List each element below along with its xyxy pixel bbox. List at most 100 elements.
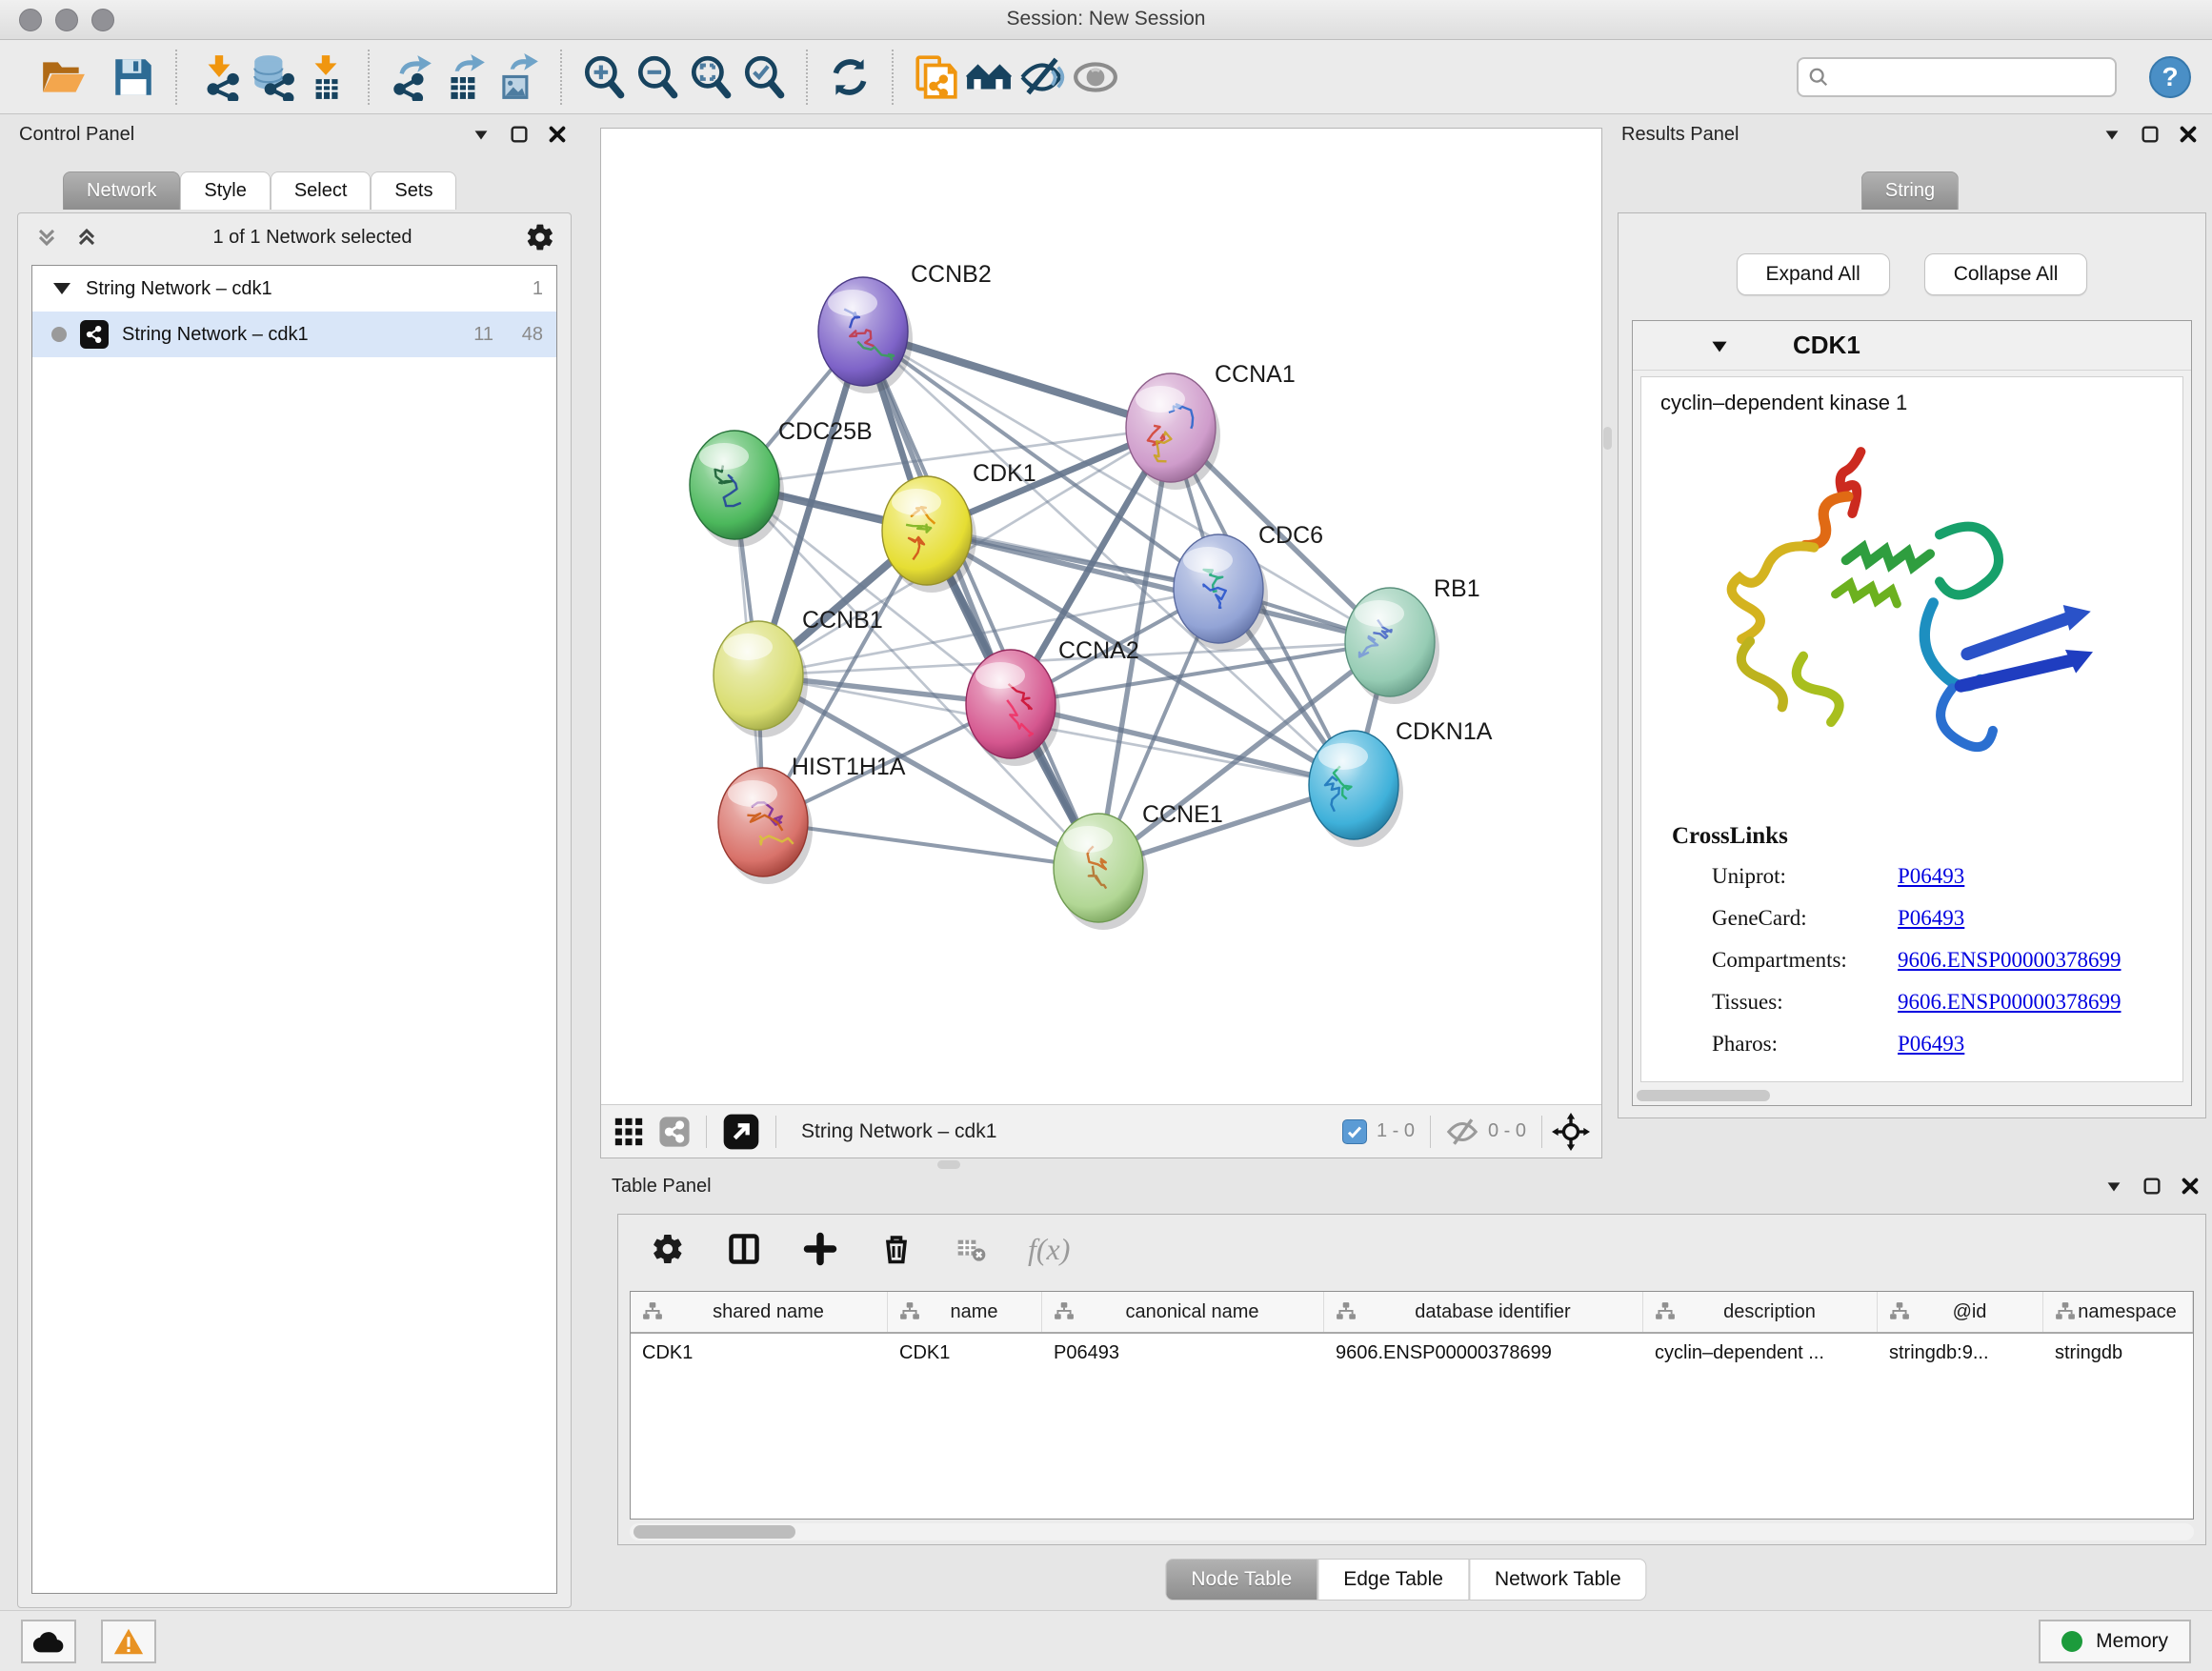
collapse-triangle-icon[interactable] xyxy=(53,283,70,294)
tab-node-table[interactable]: Node Table xyxy=(1165,1559,1317,1601)
results-scrollbar[interactable] xyxy=(1637,1090,1770,1101)
table-cell[interactable]: CDK1 xyxy=(631,1334,888,1374)
panel-float-icon[interactable] xyxy=(2142,1176,2162,1197)
table-cell[interactable]: 9606.ENSP00000378699 xyxy=(1324,1334,1643,1374)
network-home-icon[interactable] xyxy=(962,50,1016,105)
panel-close-icon[interactable] xyxy=(2180,1176,2201,1197)
table-cell[interactable]: CDK1 xyxy=(888,1334,1042,1374)
collapse-all-button[interactable]: Collapse All xyxy=(1924,253,2088,295)
network-canvas[interactable]: CCNB2 CCNA1 CDC25BCDK1 CDC6RB1 CCNB1 CCNA2 CDK… xyxy=(601,129,1601,1104)
column-header-shared-name[interactable]: shared name xyxy=(631,1292,888,1332)
crosslink-value-link[interactable]: P06493 xyxy=(1898,1032,1964,1057)
network-node-rb1[interactable]: RB1 xyxy=(1345,575,1480,704)
delete-column-icon[interactable] xyxy=(879,1232,914,1266)
network-node-hist1h1a[interactable]: HIST1H1A xyxy=(718,754,906,884)
network-node-cdkn1a[interactable]: CDKN1A xyxy=(1309,718,1493,847)
panel-close-icon[interactable] xyxy=(2178,124,2199,145)
cloud-status-button[interactable] xyxy=(21,1620,76,1663)
function-builder-icon[interactable]: f(x) xyxy=(1028,1232,1070,1267)
table-cell[interactable]: stringdb:9... xyxy=(1878,1334,2043,1374)
zoom-out-icon[interactable] xyxy=(631,50,684,105)
expand-all-button[interactable]: Expand All xyxy=(1737,253,1890,295)
network-node-ccnb2[interactable]: CCNB2 xyxy=(818,261,992,393)
column-header--id[interactable]: @id xyxy=(1878,1292,2043,1332)
network-node-ccna2[interactable]: CCNA2 xyxy=(966,637,1139,766)
network-node-cdk1[interactable]: CDK1 xyxy=(882,460,1036,593)
network-graph[interactable]: CCNB2 CCNA1 CDC25BCDK1 CDC6RB1 CCNB1 CCNA2 CDK… xyxy=(601,129,1601,1104)
panel-menu-icon[interactable] xyxy=(2101,124,2122,145)
table-row[interactable]: CDK1CDK1P064939606.ENSP00000378699cyclin… xyxy=(631,1334,2193,1374)
horizontal-splitter-handle[interactable] xyxy=(937,1160,960,1169)
crosslink-value-link[interactable]: P06493 xyxy=(1898,906,1964,931)
table-options-gear-icon[interactable] xyxy=(651,1232,685,1266)
network-edge[interactable] xyxy=(763,822,1098,868)
network-edge[interactable] xyxy=(863,332,1098,868)
table-cell[interactable]: stringdb xyxy=(2043,1334,2193,1374)
import-table-file-icon[interactable] xyxy=(299,50,352,105)
memory-button[interactable]: Memory xyxy=(2039,1620,2191,1663)
tab-network-table[interactable]: Network Table xyxy=(1469,1559,1647,1601)
network-node-ccne1[interactable]: CCNE1 xyxy=(1054,801,1223,930)
crosslink-value-link[interactable]: P06493 xyxy=(1898,864,1964,889)
zoom-in-icon[interactable] xyxy=(577,50,631,105)
export-network-icon[interactable] xyxy=(385,50,438,105)
column-header-namespace[interactable]: namespace xyxy=(2043,1292,2193,1332)
delete-table-icon[interactable] xyxy=(955,1234,986,1264)
network-node-cdc25b[interactable]: CDC25B xyxy=(690,418,873,547)
table-cell[interactable]: cyclin–dependent ... xyxy=(1643,1334,1878,1374)
tab-edge-table[interactable]: Edge Table xyxy=(1317,1559,1469,1601)
column-header-description[interactable]: description xyxy=(1643,1292,1878,1332)
column-header-name[interactable]: name xyxy=(888,1292,1042,1332)
network-node-ccnb1[interactable]: CCNB1 xyxy=(714,607,883,737)
refresh-icon[interactable] xyxy=(823,50,876,105)
selected-checkbox[interactable] xyxy=(1342,1119,1367,1144)
import-network-file-icon[interactable] xyxy=(192,50,246,105)
table-cell[interactable]: P06493 xyxy=(1042,1334,1324,1374)
network-node-ccna1[interactable]: CCNA1 xyxy=(1126,361,1296,490)
network-share-icon[interactable] xyxy=(658,1116,691,1148)
panel-close-icon[interactable] xyxy=(547,124,568,145)
warnings-button[interactable] xyxy=(101,1620,156,1663)
tab-style[interactable]: Style xyxy=(180,171,270,210)
protein-section-header[interactable]: CDK1 xyxy=(1633,321,2191,371)
network-collection-row[interactable]: String Network – cdk1 1 xyxy=(32,266,556,312)
expand-all-icon[interactable] xyxy=(73,224,100,251)
vertical-splitter-handle[interactable] xyxy=(1603,427,1612,450)
column-header-database-identifier[interactable]: database identifier xyxy=(1324,1292,1643,1332)
graphics-details-icon[interactable] xyxy=(1069,50,1122,105)
open-in-window-icon[interactable] xyxy=(722,1113,760,1151)
panel-float-icon[interactable] xyxy=(509,124,530,145)
duplicate-network-icon[interactable] xyxy=(909,50,962,105)
search-input[interactable] xyxy=(1837,67,2105,88)
column-header-canonical-name[interactable]: canonical name xyxy=(1042,1292,1324,1332)
table-horizontal-scrollbar[interactable] xyxy=(630,1523,2194,1540)
network-row[interactable]: String Network – cdk1 11 48 xyxy=(32,312,556,357)
search-field[interactable] xyxy=(1797,57,2117,97)
open-session-icon[interactable] xyxy=(36,50,90,105)
collapse-all-icon[interactable] xyxy=(33,224,60,251)
panel-float-icon[interactable] xyxy=(2140,124,2161,145)
crosslink-value-link[interactable]: 9606.ENSP00000378699 xyxy=(1898,990,2122,1015)
tab-network[interactable]: Network xyxy=(63,171,180,210)
zoom-fit-icon[interactable] xyxy=(684,50,737,105)
export-image-icon[interactable] xyxy=(492,50,545,105)
help-icon[interactable]: ? xyxy=(2149,56,2191,98)
import-network-database-icon[interactable] xyxy=(246,50,299,105)
save-session-icon[interactable] xyxy=(107,50,160,105)
export-table-icon[interactable] xyxy=(438,50,492,105)
network-edge[interactable] xyxy=(1011,704,1354,785)
tab-string[interactable]: String xyxy=(1861,171,1959,210)
birds-eye-grid-icon[interactable] xyxy=(613,1116,645,1148)
panel-menu-icon[interactable] xyxy=(2103,1176,2124,1197)
gear-icon[interactable] xyxy=(525,222,555,252)
tab-sets[interactable]: Sets xyxy=(371,171,456,210)
crosslink-value-link[interactable]: 9606.ENSP00000378699 xyxy=(1898,948,2122,973)
tab-select[interactable]: Select xyxy=(271,171,372,210)
section-collapse-icon[interactable] xyxy=(1707,333,1732,358)
network-node-cdc6[interactable]: CDC6 xyxy=(1174,522,1323,651)
show-columns-icon[interactable] xyxy=(727,1232,761,1266)
panel-menu-icon[interactable] xyxy=(471,124,492,145)
zoom-selected-icon[interactable] xyxy=(737,50,791,105)
fit-crosshair-icon[interactable] xyxy=(1552,1113,1590,1151)
create-column-icon[interactable] xyxy=(803,1232,837,1266)
